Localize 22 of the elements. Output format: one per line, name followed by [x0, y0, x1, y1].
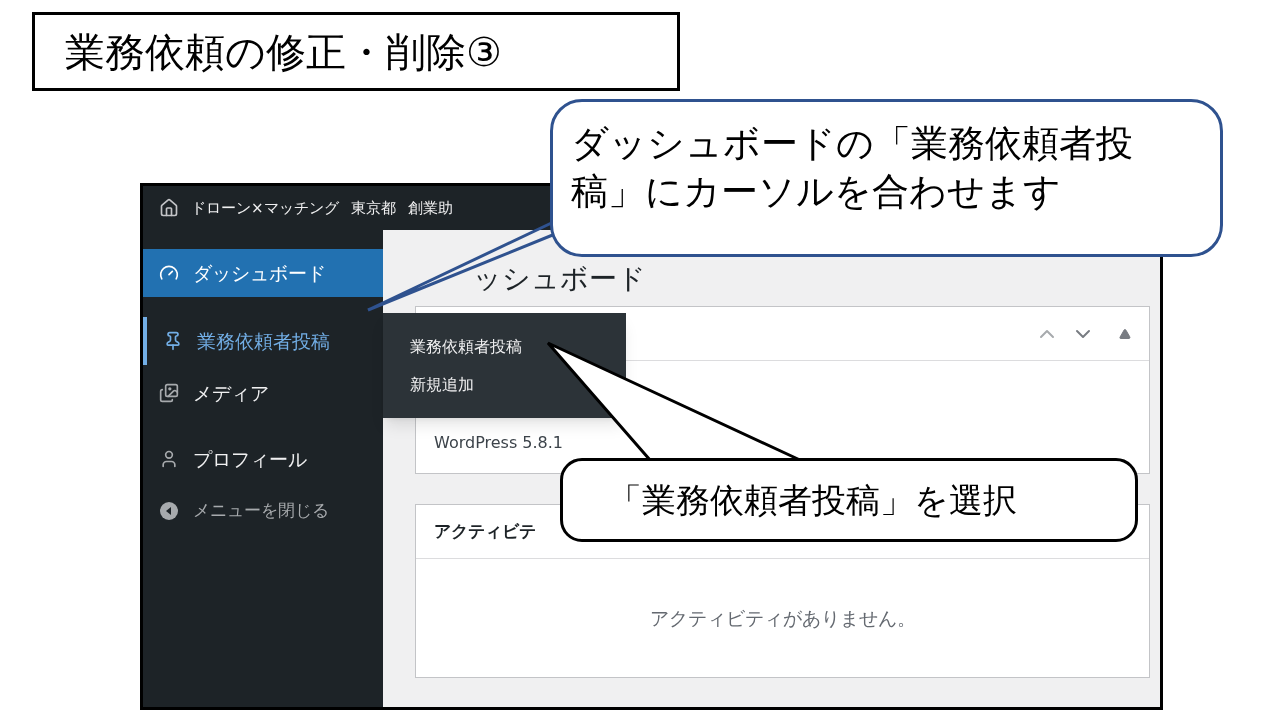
- site-name-link[interactable]: ドローン×マッチング: [191, 196, 339, 220]
- sidebar-item[interactable]: メディア: [143, 369, 383, 417]
- admin-bar-link[interactable]: 東京都: [350, 196, 396, 220]
- media-icon: [159, 383, 179, 403]
- slide-title: 業務依頼の修正・削除③: [32, 12, 680, 91]
- sidebar-item[interactable]: メニューを閉じる: [143, 487, 383, 535]
- page-heading: ッシュボード: [472, 261, 647, 297]
- version-text: WordPress 5.8.1: [434, 432, 564, 454]
- admin-bar-link[interactable]: 創業助: [407, 196, 453, 220]
- empty-message: アクティビティがありません。: [649, 605, 916, 631]
- callout-bubble: ダッシュボードの「業務依頼者投稿」にカーソルを合わせます: [550, 99, 1223, 257]
- gauge-icon: [159, 263, 179, 283]
- user-icon: [159, 449, 179, 469]
- callout-bubble: 「業務依頼者投稿」を選択: [560, 458, 1138, 542]
- sidebar-item[interactable]: プロフィール: [143, 435, 383, 483]
- home-icon[interactable]: [159, 198, 179, 218]
- flyout-menu-item[interactable]: 業務依頼者投稿: [410, 334, 626, 359]
- collapse-icon: [159, 501, 179, 521]
- sidebar-item[interactable]: ダッシュボード: [143, 249, 383, 297]
- collapse-panel-icon[interactable]: [1119, 327, 1131, 340]
- pin-icon: [163, 331, 183, 351]
- panel-title: アクティビテ: [434, 519, 536, 543]
